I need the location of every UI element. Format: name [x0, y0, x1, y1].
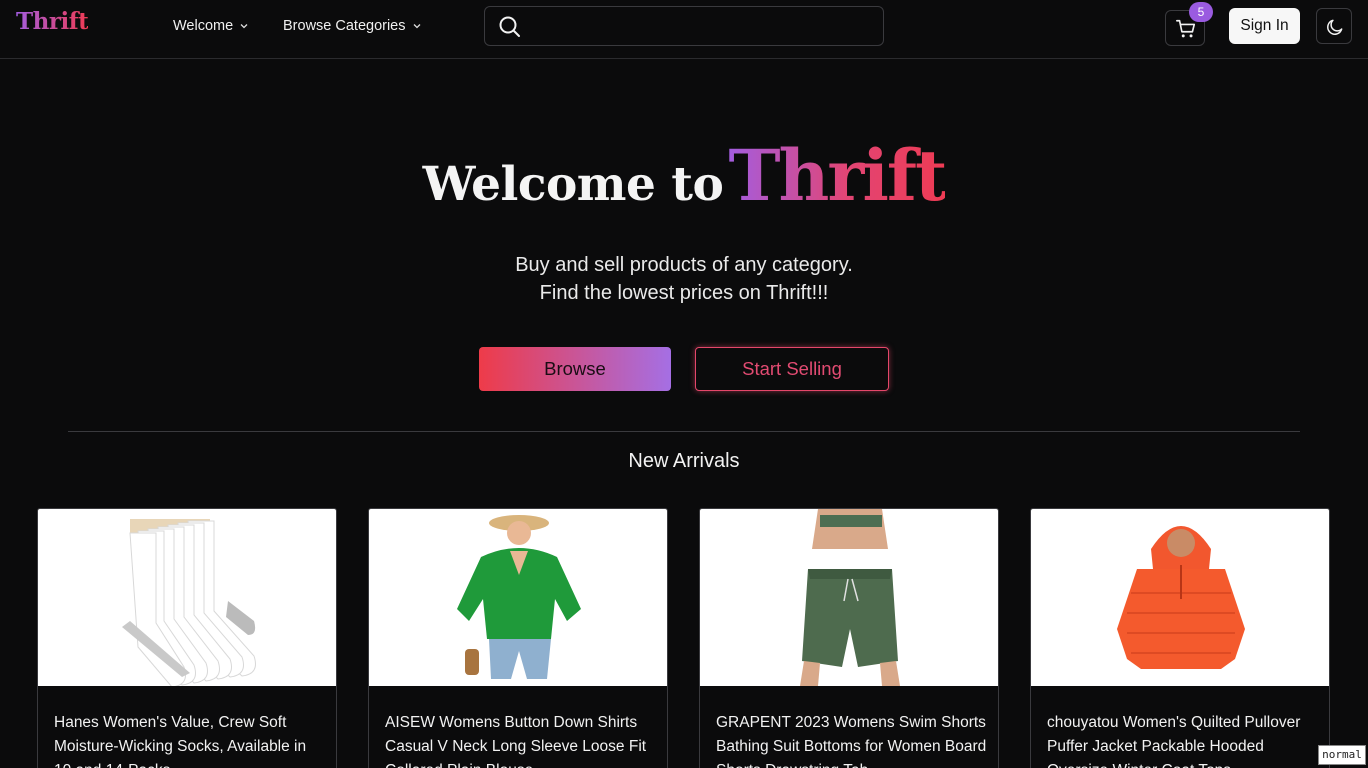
hero-title: Welcome to Thrift	[0, 134, 1368, 217]
cart-icon	[1176, 19, 1196, 38]
product-image-socks[interactable]	[38, 509, 336, 686]
product-card[interactable]: Hanes Women's Value, Crew Soft Moisture-…	[37, 508, 337, 768]
nav-menu-welcome[interactable]: Welcome	[173, 18, 249, 34]
product-card[interactable]: AISEW Womens Button Down Shirts Casual V…	[368, 508, 668, 768]
product-card[interactable]: GRAPENT 2023 Womens Swim Shorts Bathing …	[699, 508, 999, 768]
search-input[interactable]	[533, 13, 873, 39]
product-image-shirt[interactable]	[369, 509, 667, 686]
product-image-puffer-jacket[interactable]	[1031, 509, 1329, 686]
hero-subtitle-line2: Find the lowest prices on Thrift!!!	[539, 282, 829, 304]
section-divider	[68, 431, 1300, 432]
product-card[interactable]: chouyatou Women's Quilted Pullover Puffe…	[1030, 508, 1330, 768]
browse-button[interactable]: Browse	[479, 347, 671, 391]
product-name[interactable]: GRAPENT 2023 Womens Swim Shorts Bathing …	[716, 711, 988, 768]
hero-subtitle-line1: Buy and sell products of any category.	[515, 254, 853, 276]
theme-toggle-button[interactable]	[1316, 8, 1352, 44]
nav-menu-welcome-label: Welcome	[173, 18, 234, 34]
logo[interactable]: Thrift	[16, 8, 89, 35]
chevron-down-icon	[413, 24, 420, 29]
nav-menu-browse-categories[interactable]: Browse Categories	[283, 18, 422, 34]
product-image-swim-shorts[interactable]	[700, 509, 998, 686]
chevron-down-icon	[240, 24, 248, 29]
product-name[interactable]: Hanes Women's Value, Crew Soft Moisture-…	[54, 711, 326, 768]
cart-count-badge: 5	[1189, 2, 1213, 22]
search-icon[interactable]	[498, 15, 522, 39]
status-tag: normal	[1318, 745, 1366, 765]
sign-in-button[interactable]: Sign In	[1229, 8, 1300, 44]
new-arrivals-title: New Arrivals	[628, 450, 740, 472]
product-name[interactable]: AISEW Womens Button Down Shirts Casual V…	[385, 711, 657, 768]
hero-title-brand: Thrift	[728, 134, 947, 217]
hero-title-prefix: Welcome to	[422, 157, 724, 212]
nav-menu-browse-categories-label: Browse Categories	[283, 18, 406, 34]
search-bar[interactable]	[484, 6, 884, 46]
product-name[interactable]: chouyatou Women's Quilted Pullover Puffe…	[1047, 711, 1319, 768]
start-selling-button[interactable]: Start Selling	[695, 347, 889, 391]
top-navbar: Thrift Welcome Browse Categories 5 Sign …	[0, 0, 1368, 59]
moon-icon	[1327, 19, 1343, 35]
